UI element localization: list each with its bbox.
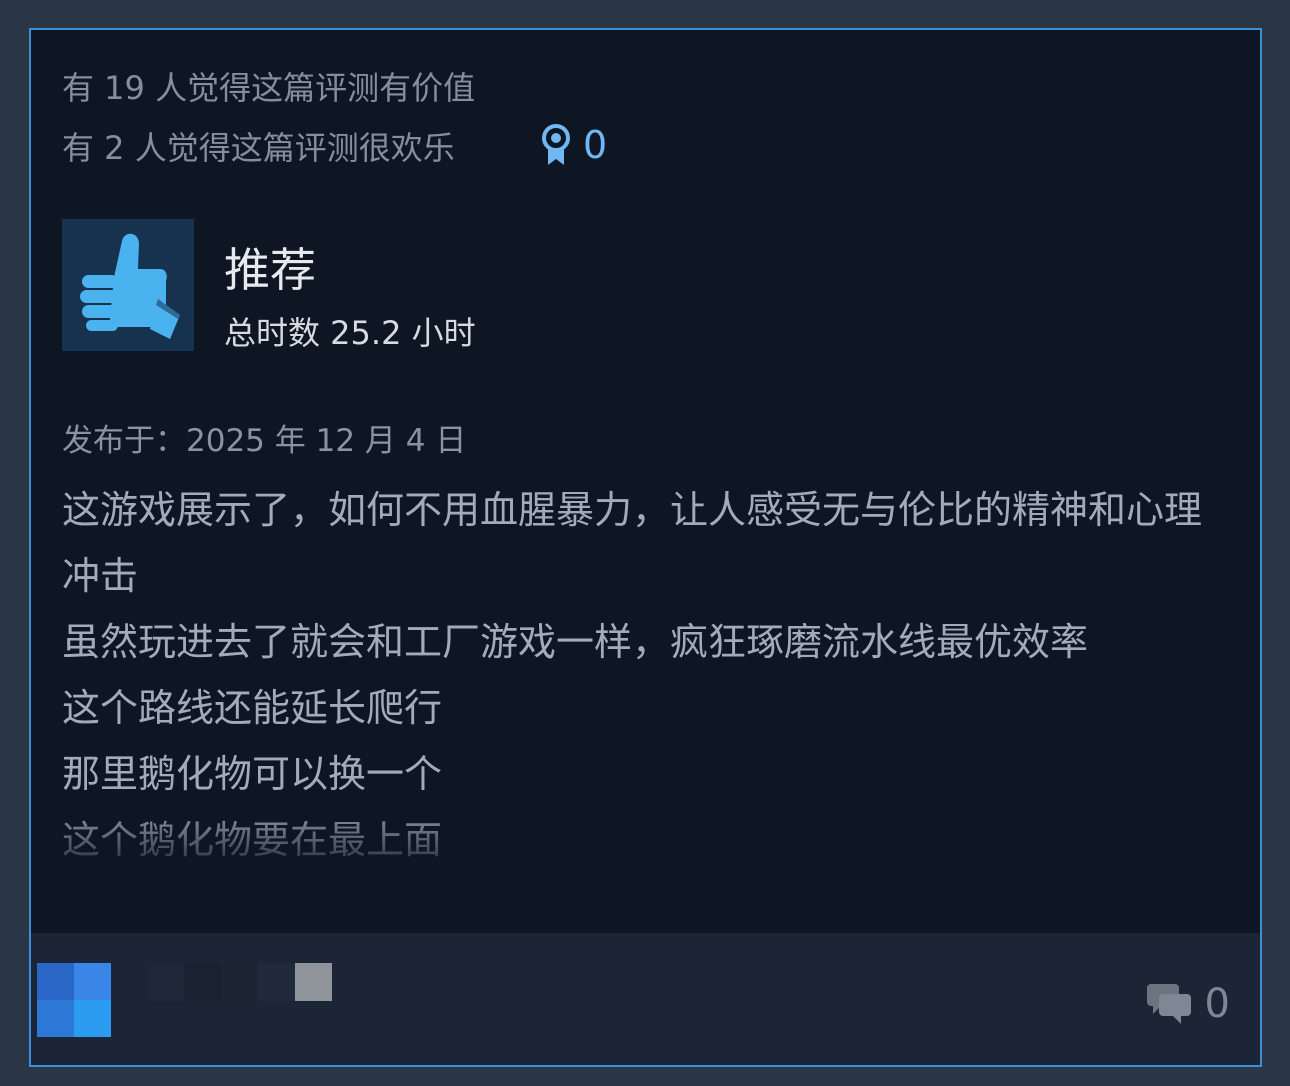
award-ribbon-icon — [542, 124, 570, 165]
recommend-thumb-icon — [62, 219, 194, 351]
review-card: 有 19 人觉得这篇评测有价值 有 2 人觉得这篇评测很欢乐 0 推荐 总时数 … — [29, 28, 1262, 1067]
comments-button[interactable]: 0 — [1145, 981, 1230, 1027]
review-footer: 0 — [31, 933, 1260, 1065]
author-name-redacted[interactable] — [147, 963, 332, 1001]
comment-bubbles-icon — [1146, 984, 1191, 1024]
award-button[interactable]: 0 — [539, 120, 607, 170]
review-line: 虽然玩进去了就会和工厂游戏一样，疯狂琢磨流水线最优效率 — [62, 620, 1089, 664]
comment-count: 0 — [1204, 981, 1230, 1027]
recommendation-title: 推荐 — [224, 243, 316, 297]
avatar[interactable] — [37, 963, 111, 1037]
thumbs-up-icon — [80, 233, 180, 339]
posted-date: 发布于：2025 年 12 月 4 日 — [62, 423, 467, 459]
award-count: 0 — [583, 123, 608, 167]
funny-count-text: 有 2 人觉得这篇评测很欢乐 — [62, 129, 455, 167]
helpful-count-text: 有 19 人觉得这篇评测有价值 — [62, 69, 476, 107]
review-line: 这游戏展示了，如何不用血腥暴力，让人感受无与伦比的精神和心理冲击 — [62, 488, 1203, 598]
review-line: 这个鹅化物要在最上面 — [62, 818, 443, 862]
review-line: 这个路线还能延长爬行 — [62, 686, 443, 730]
review-line: 那里鹅化物可以换一个 — [62, 752, 443, 796]
review-text: 这游戏展示了，如何不用血腥暴力，让人感受无与伦比的精神和心理冲击 虽然玩进去了就… — [62, 477, 1212, 873]
playtime-text: 总时数 25.2 小时 — [224, 314, 476, 352]
